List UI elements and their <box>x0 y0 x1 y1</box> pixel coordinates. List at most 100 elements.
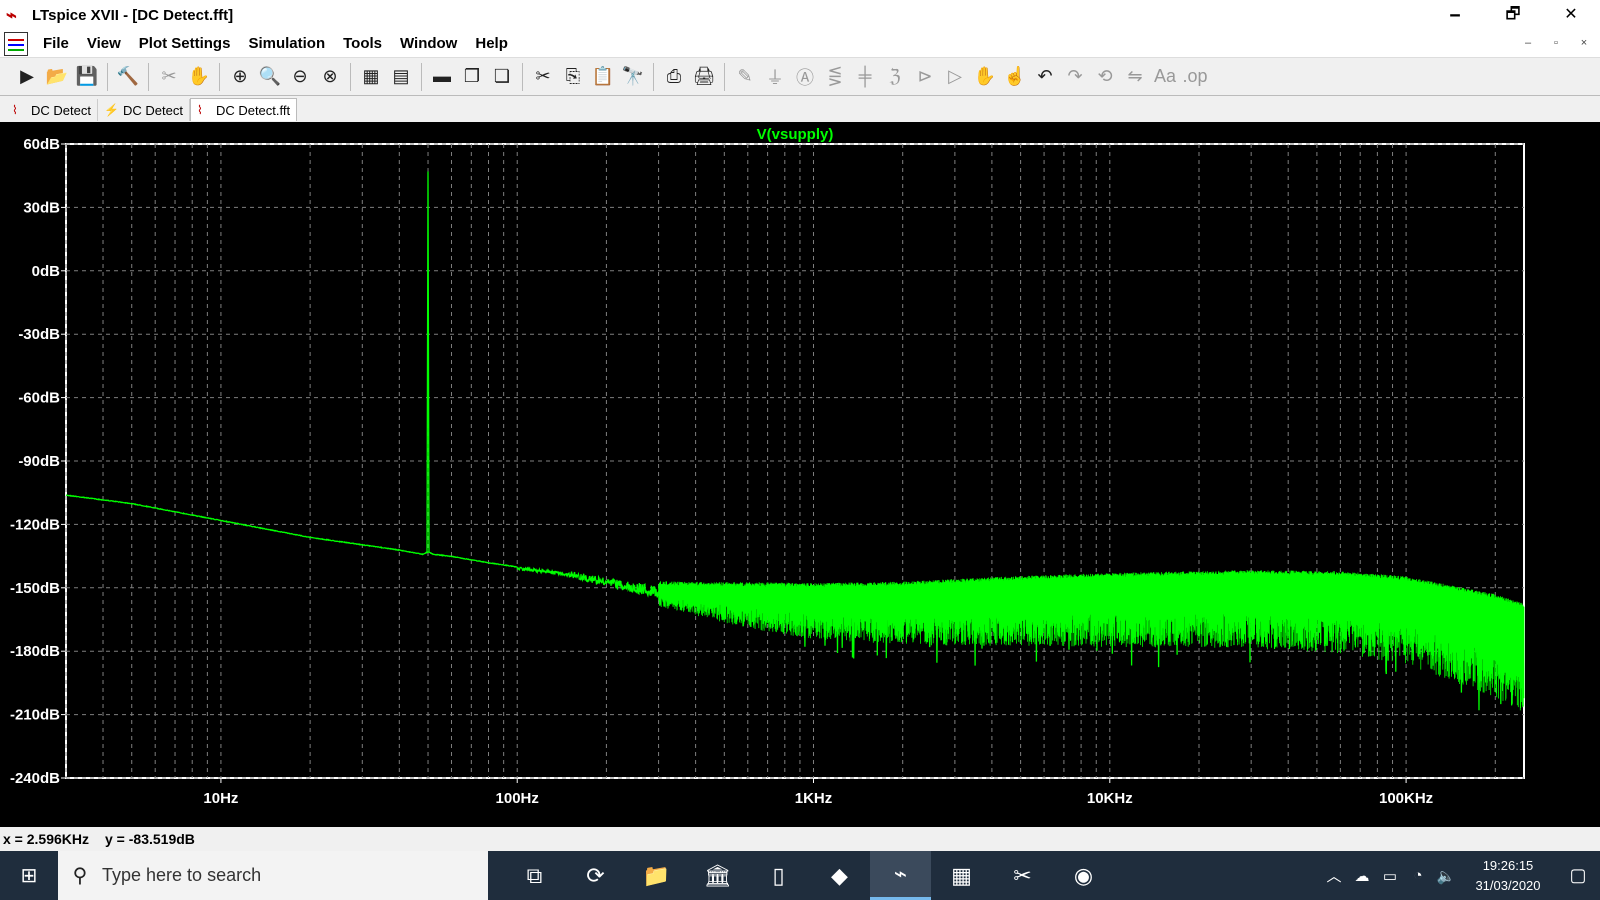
waveform-plot-pane[interactable]: 60dB 30dB 0dB -30dB -60dB -90dB -120dB -150dB -1… <box>0 122 1600 827</box>
sync-icon[interactable]: ⟳ <box>565 851 626 900</box>
task-view-icon[interactable]: ⧉ <box>504 851 565 900</box>
undo-icon[interactable]: ↶ <box>1032 64 1058 90</box>
tab-label: DC Detect <box>122 102 183 118</box>
halt-hand-icon[interactable]: ✋ <box>186 64 212 90</box>
diode-icon[interactable]: ⊳ <box>912 64 938 90</box>
inductor-icon[interactable]: ℨ <box>882 64 908 90</box>
open-folder-icon[interactable]: 📂 <box>44 64 70 90</box>
blank-document-icon[interactable]: ▯ <box>748 851 809 900</box>
edge-icon[interactable]: ◉ <box>1053 851 1114 900</box>
menu-plot-settings[interactable]: Plot Settings <box>130 35 240 52</box>
search-icon: ⚲ <box>72 865 88 887</box>
restore-button[interactable]: 🗗 <box>1484 0 1542 30</box>
drag-icon[interactable]: ☝ <box>1002 64 1028 90</box>
close-button[interactable]: ✕ <box>1542 0 1600 30</box>
menu-simulation[interactable]: Simulation <box>239 35 334 52</box>
start-button[interactable]: ⊞ <box>0 851 58 900</box>
tab-dc-detect-schematic[interactable]: ⚡ DC Detect <box>98 99 190 121</box>
clock-date: 31/03/2020 <box>1475 877 1541 893</box>
minimize-button[interactable]: 🗕 <box>1426 0 1484 30</box>
capacitor-icon[interactable]: ╪ <box>852 64 878 90</box>
snipping-icon[interactable]: ✂ <box>992 851 1053 900</box>
calculator-icon[interactable]: ▦ <box>931 851 992 900</box>
wifi-icon[interactable]: ◔ <box>1404 867 1432 884</box>
ltspice-icon[interactable]: ⌁ <box>870 851 931 900</box>
component-icon[interactable]: ▷ <box>942 64 968 90</box>
resistor-icon[interactable]: ⋚ <box>822 64 848 90</box>
menu-help[interactable]: Help <box>466 35 517 52</box>
x-tick-label: 100KHz <box>1379 790 1433 807</box>
y-tick-label: -240dB <box>10 770 60 787</box>
document-system-menu-icon[interactable] <box>4 31 28 56</box>
spice-directive-icon[interactable]: .op <box>1182 64 1208 90</box>
zoom-out-icon[interactable]: ⊖ <box>287 64 313 90</box>
windows-logo-icon: ⊞ <box>20 865 38 887</box>
y-tick-label: 0dB <box>32 263 61 280</box>
y-tick-label: -90dB <box>18 453 60 470</box>
zoom-in-icon[interactable]: ⊕ <box>227 64 253 90</box>
system-tray: ︿ ☁ ▭ ◔ 🔈 19:26:15 31/03/2020 ▢ <box>1320 851 1600 900</box>
move-icon[interactable]: ✋ <box>972 64 998 90</box>
toolbar-separator <box>653 62 654 91</box>
toolbar-separator <box>522 62 523 91</box>
notepad-icon[interactable]: ◆ <box>809 851 870 900</box>
y-tick-label: -180dB <box>10 643 60 660</box>
mirror-icon[interactable]: ⇋ <box>1122 64 1148 90</box>
fft-chart[interactable]: 60dB 30dB 0dB -30dB -60dB -90dB -120dB -150dB -1… <box>0 122 1600 827</box>
rotate-icon[interactable]: ⟲ <box>1092 64 1118 90</box>
doc-minimize-button[interactable]: – <box>1516 33 1540 53</box>
trace-title: V(vsupply) <box>757 126 834 143</box>
zoom-area-icon[interactable]: 🔍 <box>257 64 283 90</box>
waveform-icon: ⌇ <box>196 103 203 117</box>
autorange-icon[interactable]: ▦ <box>358 64 384 90</box>
run-icon[interactable]: ✂ <box>156 64 182 90</box>
find-icon[interactable]: 🔭 <box>620 64 646 90</box>
bank-icon[interactable]: 🏛 <box>687 851 748 900</box>
battery-icon[interactable]: ▭ <box>1376 867 1404 885</box>
tab-dc-detect-fft[interactable]: ⌇ DC Detect.fft <box>189 98 298 121</box>
x-tick-label: 100Hz <box>496 790 539 807</box>
volume-icon[interactable]: 🔈 <box>1432 867 1460 885</box>
taskbar-search-box[interactable]: ⚲ Type here to search <box>58 851 488 900</box>
tab-label: DC Detect.fft <box>215 102 291 118</box>
doc-restore-button[interactable]: ▫ <box>1544 33 1568 53</box>
y-tick-label: 60dB <box>23 136 60 153</box>
new-schematic-icon[interactable]: ▶ <box>14 64 40 90</box>
zoom-fit-icon[interactable]: ⊗ <box>317 64 343 90</box>
menu-window[interactable]: Window <box>391 35 466 52</box>
print-icon[interactable]: ⎙ <box>661 64 687 90</box>
wire-icon[interactable]: ✎ <box>732 64 758 90</box>
cascade-icon[interactable]: ❐ <box>459 64 485 90</box>
menu-view[interactable]: View <box>78 35 130 52</box>
cut-icon[interactable]: ✂ <box>530 64 556 90</box>
copy-icon[interactable]: ⎘ <box>560 64 586 90</box>
label-icon[interactable]: Ⓐ <box>792 64 818 90</box>
y-tick-label: -120dB <box>10 516 60 533</box>
menu-file[interactable]: File <box>34 35 78 52</box>
tile-horizontal-icon[interactable]: ▬ <box>429 64 455 90</box>
show-hidden-icons-icon[interactable]: ︿ <box>1320 865 1348 886</box>
clock[interactable]: 19:26:15 31/03/2020 <box>1466 856 1550 896</box>
print-setup-icon[interactable]: 🖨 <box>691 64 717 90</box>
plot-settings-icon[interactable]: ▤ <box>388 64 414 90</box>
toolbar-separator <box>350 62 351 91</box>
tile-vertical-icon[interactable]: ❏ <box>489 64 515 90</box>
notification-center-icon[interactable]: ▢ <box>1556 865 1600 886</box>
control-panel-icon[interactable]: 🔨 <box>115 64 141 90</box>
y-tick-label: -30dB <box>18 326 60 343</box>
save-icon[interactable]: 💾 <box>74 64 100 90</box>
doc-close-button[interactable]: × <box>1572 33 1596 53</box>
menu-tools[interactable]: Tools <box>334 35 391 52</box>
paste-icon[interactable]: 📋 <box>590 64 616 90</box>
clock-time: 19:26:15 <box>1482 857 1534 873</box>
document-tab-bar: ⌇ DC Detect ⚡ DC Detect ⌇ DC Detect.fft <box>0 97 1600 121</box>
redo-icon[interactable]: ↷ <box>1062 64 1088 90</box>
file-explorer-icon[interactable]: 📁 <box>626 851 687 900</box>
onedrive-icon[interactable]: ☁ <box>1348 867 1376 885</box>
ground-icon[interactable]: ⏚ <box>762 64 788 90</box>
title-bar: ⌁ LTspice XVII - [DC Detect.fft] 🗕 🗗 ✕ <box>0 0 1600 30</box>
toolbar-separator <box>107 62 108 91</box>
tab-dc-detect-waveform[interactable]: ⌇ DC Detect <box>6 99 98 121</box>
window-title: LTspice XVII - [DC Detect.fft] <box>32 6 234 24</box>
text-icon[interactable]: Aa <box>1152 64 1178 90</box>
